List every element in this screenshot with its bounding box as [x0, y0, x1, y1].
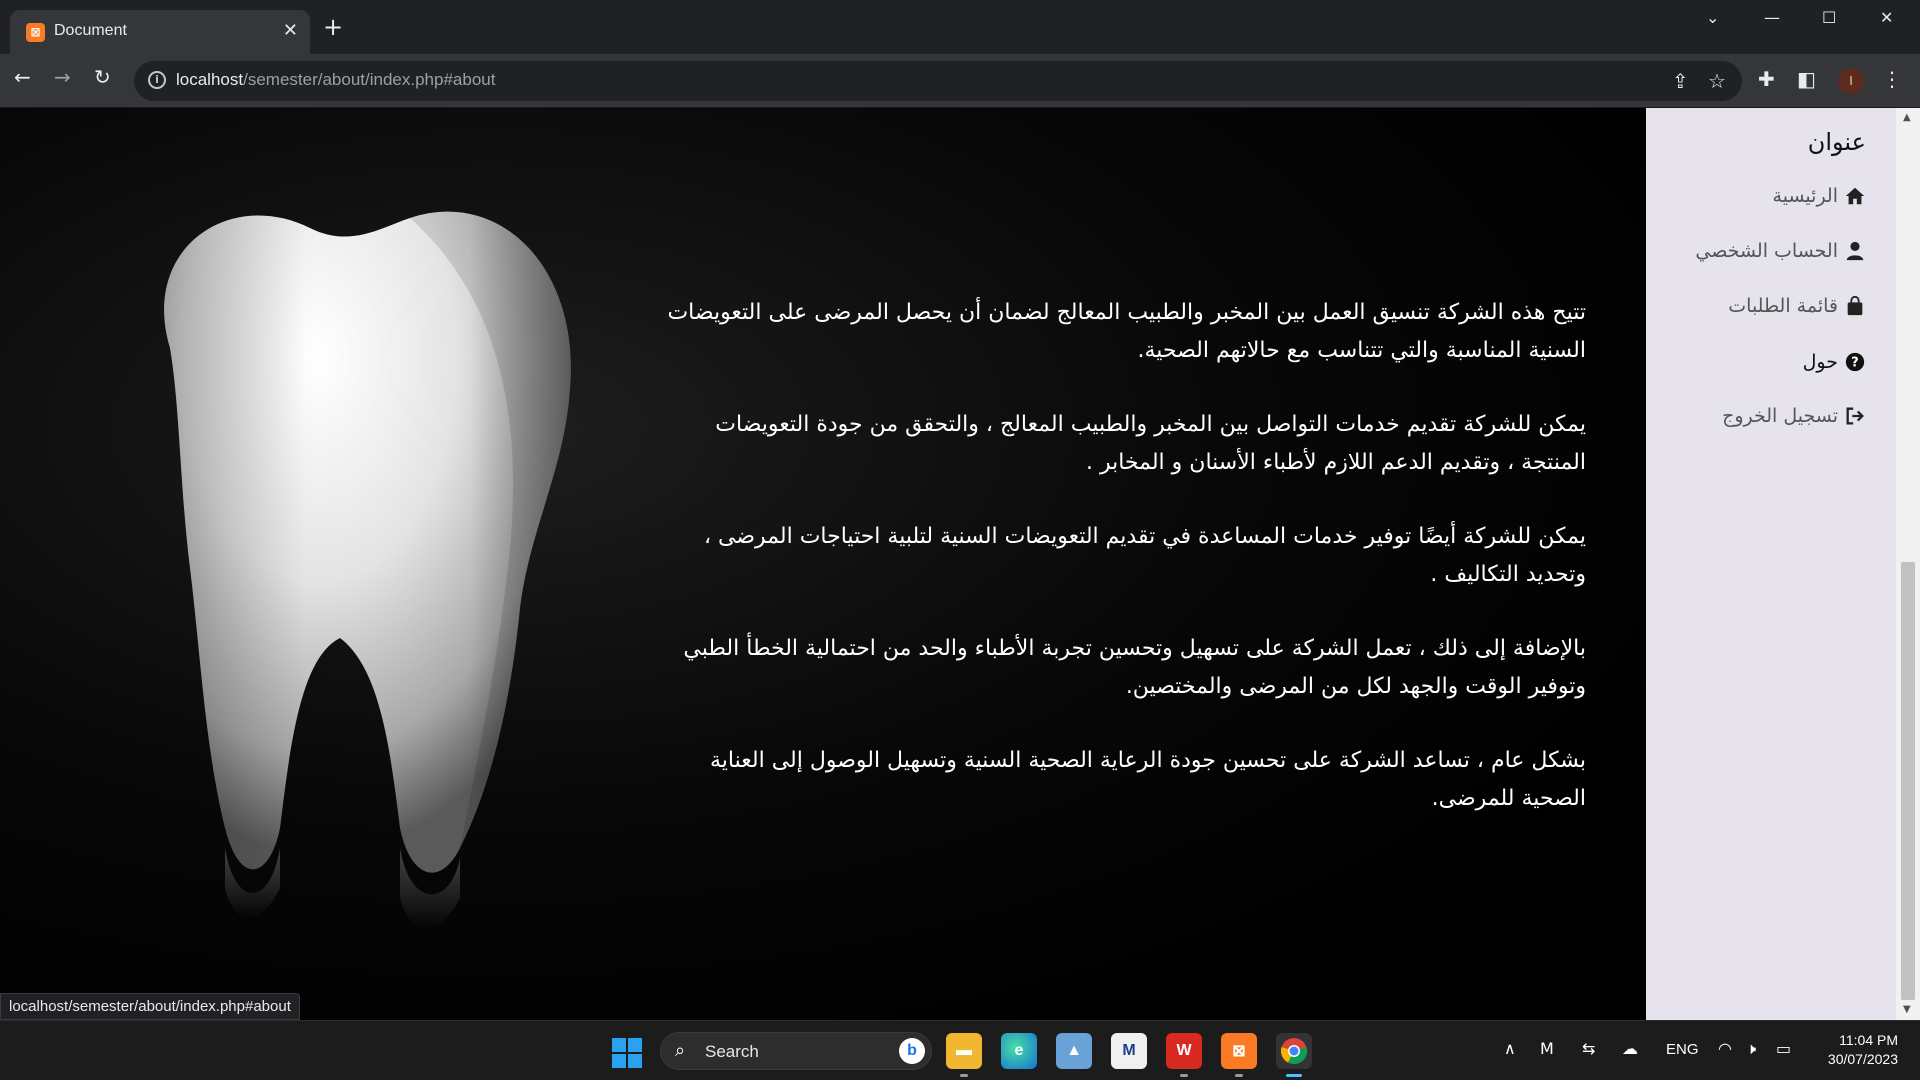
scroll-down-icon[interactable]: ▼	[1903, 1004, 1911, 1015]
windows-start-icon[interactable]	[612, 1038, 642, 1068]
url-host: localhost	[176, 70, 244, 89]
page-scrollbar[interactable]: ▲ ▼	[1896, 108, 1920, 1020]
user-icon	[1844, 240, 1866, 262]
about-section: تتيح هذه الشركة تنسيق العمل بين المخبر و…	[0, 108, 1646, 1020]
sidebar-item-label: تسجيل الخروج	[1722, 405, 1838, 427]
sidebar-item-label: الحساب الشخصي	[1695, 240, 1838, 262]
mail-app-icon[interactable]: M	[1111, 1033, 1147, 1069]
taskbar-search[interactable]: ⌕ Search b	[660, 1032, 932, 1070]
logout-icon	[1844, 405, 1866, 427]
side-panel-icon[interactable]: ◧	[1797, 67, 1816, 91]
edge-icon[interactable]: e	[1001, 1033, 1037, 1069]
screen: ⊠ Document ✕ + ⌄ — ☐ ✕ ← → ↻ i localhost…	[0, 0, 1920, 1080]
sidebar-item-profile[interactable]: الحساب الشخصي	[1695, 235, 1866, 267]
running-indicator	[1180, 1074, 1188, 1077]
wps-office-icon[interactable]: W	[1166, 1033, 1202, 1077]
file-explorer-icon[interactable]: ▬	[946, 1033, 982, 1077]
sidebar-item-label: الرئيسية	[1772, 185, 1838, 207]
running-indicator	[1235, 1074, 1243, 1077]
menu-kebab-icon[interactable]: ⋮	[1882, 67, 1902, 91]
browser-tab-bar: ⊠ Document ✕ + ⌄ — ☐ ✕	[0, 0, 1920, 54]
active-indicator	[1286, 1074, 1302, 1077]
tooth-image	[164, 211, 571, 928]
photos-icon[interactable]: ▲	[1056, 1033, 1092, 1069]
sidebar-item-label: حول	[1802, 351, 1838, 373]
about-paragraph-2: يمكن للشركة تقديم خدمات التواصل بين المخ…	[715, 412, 1586, 475]
chrome-icon[interactable]	[1276, 1033, 1312, 1077]
sidebar-item-about[interactable]: ? حول	[1803, 346, 1866, 378]
about-paragraph-4: بالإضافة إلى ذلك ، تعمل الشركة على تسهيل…	[683, 636, 1586, 699]
sidebar-title: عنوان	[1807, 128, 1866, 156]
language-indicator[interactable]: ENG	[1666, 1041, 1699, 1058]
chrome-logo	[1280, 1038, 1308, 1065]
xampp-icon[interactable]: ⊠	[1221, 1033, 1257, 1077]
back-icon[interactable]: ←	[14, 65, 31, 89]
sidebar-item-orders[interactable]: قائمة الطلبات	[1728, 290, 1866, 322]
scroll-up-icon[interactable]: ▲	[1903, 112, 1911, 123]
about-text: تتيح هذه الشركة تنسيق العمل بين المخبر و…	[666, 294, 1586, 854]
show-hidden-icons-icon[interactable]: ∧	[1504, 1039, 1516, 1058]
volume-muted-icon[interactable]: 🕨	[1746, 1039, 1756, 1059]
clock[interactable]: 11:04 PM 30/07/2023	[1808, 1031, 1898, 1069]
tab-title: Document	[54, 22, 127, 39]
reload-icon[interactable]: ↻	[94, 65, 111, 89]
xampp-favicon-icon: ⊠	[26, 23, 45, 42]
search-label: Search	[705, 1042, 759, 1061]
about-paragraph-5: بشكل عام ، تساعد الشركة على تحسين جودة ا…	[710, 748, 1586, 811]
home-icon	[1844, 185, 1866, 207]
profile-avatar[interactable]: I	[1838, 68, 1864, 94]
browser-toolbar: ← → ↻ i localhost/semester/about/index.p…	[0, 54, 1920, 108]
bookmark-star-icon[interactable]: ☆	[1708, 69, 1726, 93]
running-indicator	[960, 1074, 968, 1077]
address-bar[interactable]: i localhost/semester/about/index.php#abo…	[134, 61, 1742, 101]
close-window-icon[interactable]: ✕	[1880, 8, 1893, 27]
mail-tray-icon[interactable]: M	[1540, 1039, 1554, 1058]
search-icon: ⌕	[675, 1040, 686, 1061]
extensions-puzzle-icon[interactable]: ✚	[1758, 67, 1775, 91]
page-viewport: تتيح هذه الشركة تنسيق العمل بين المخبر و…	[0, 108, 1920, 1020]
sidebar-item-home[interactable]: الرئيسية	[1773, 180, 1866, 212]
about-paragraph-3: يمكن للشركة أيضًا توفير خدمات المساعدة ف…	[703, 524, 1586, 587]
sidebar-item-logout[interactable]: تسجيل الخروج	[1722, 400, 1866, 432]
url-path: /semester/about/index.php#about	[243, 70, 496, 89]
wifi-icon[interactable]: ◠	[1718, 1039, 1732, 1058]
forward-icon[interactable]: →	[54, 65, 71, 89]
about-paragraph-1: تتيح هذه الشركة تنسيق العمل بين المخبر و…	[667, 300, 1586, 363]
svg-text:?: ?	[1851, 356, 1858, 371]
clock-date: 30/07/2023	[1827, 1051, 1898, 1067]
tab-search-chevron-icon[interactable]: ⌄	[1706, 8, 1719, 27]
sidebar: عنوان الرئيسية الحساب الشخصي قائمة الطلب…	[1646, 108, 1896, 1020]
scroll-thumb[interactable]	[1901, 562, 1915, 1000]
question-circle-icon: ?	[1844, 351, 1866, 373]
settings-sliders-icon[interactable]: ⇆	[1582, 1039, 1595, 1058]
status-bar-url: localhost/semester/about/index.php#about	[0, 993, 300, 1020]
share-icon[interactable]: ⇪	[1672, 69, 1689, 93]
minimize-icon[interactable]: —	[1764, 8, 1780, 27]
address-url[interactable]: localhost/semester/about/index.php#about	[176, 70, 495, 90]
bag-icon	[1844, 295, 1866, 317]
site-info-icon[interactable]: i	[148, 71, 166, 89]
bing-icon[interactable]: b	[899, 1038, 925, 1064]
windows-taskbar: ⌕ Search b ▬ e ▲ M W ⊠ ∧ M ⇆ ☁ ENG ◠ 🕨 ▭…	[0, 1020, 1920, 1080]
close-tab-icon[interactable]: ✕	[283, 20, 298, 41]
new-tab-icon[interactable]: +	[323, 15, 343, 39]
clock-time: 11:04 PM	[1839, 1032, 1898, 1048]
sidebar-item-label: قائمة الطلبات	[1728, 295, 1838, 317]
onedrive-cloud-icon[interactable]: ☁	[1622, 1039, 1638, 1058]
battery-icon[interactable]: ▭	[1776, 1039, 1791, 1058]
maximize-icon[interactable]: ☐	[1822, 8, 1836, 27]
browser-tab[interactable]: ⊠ Document ✕	[10, 10, 310, 54]
